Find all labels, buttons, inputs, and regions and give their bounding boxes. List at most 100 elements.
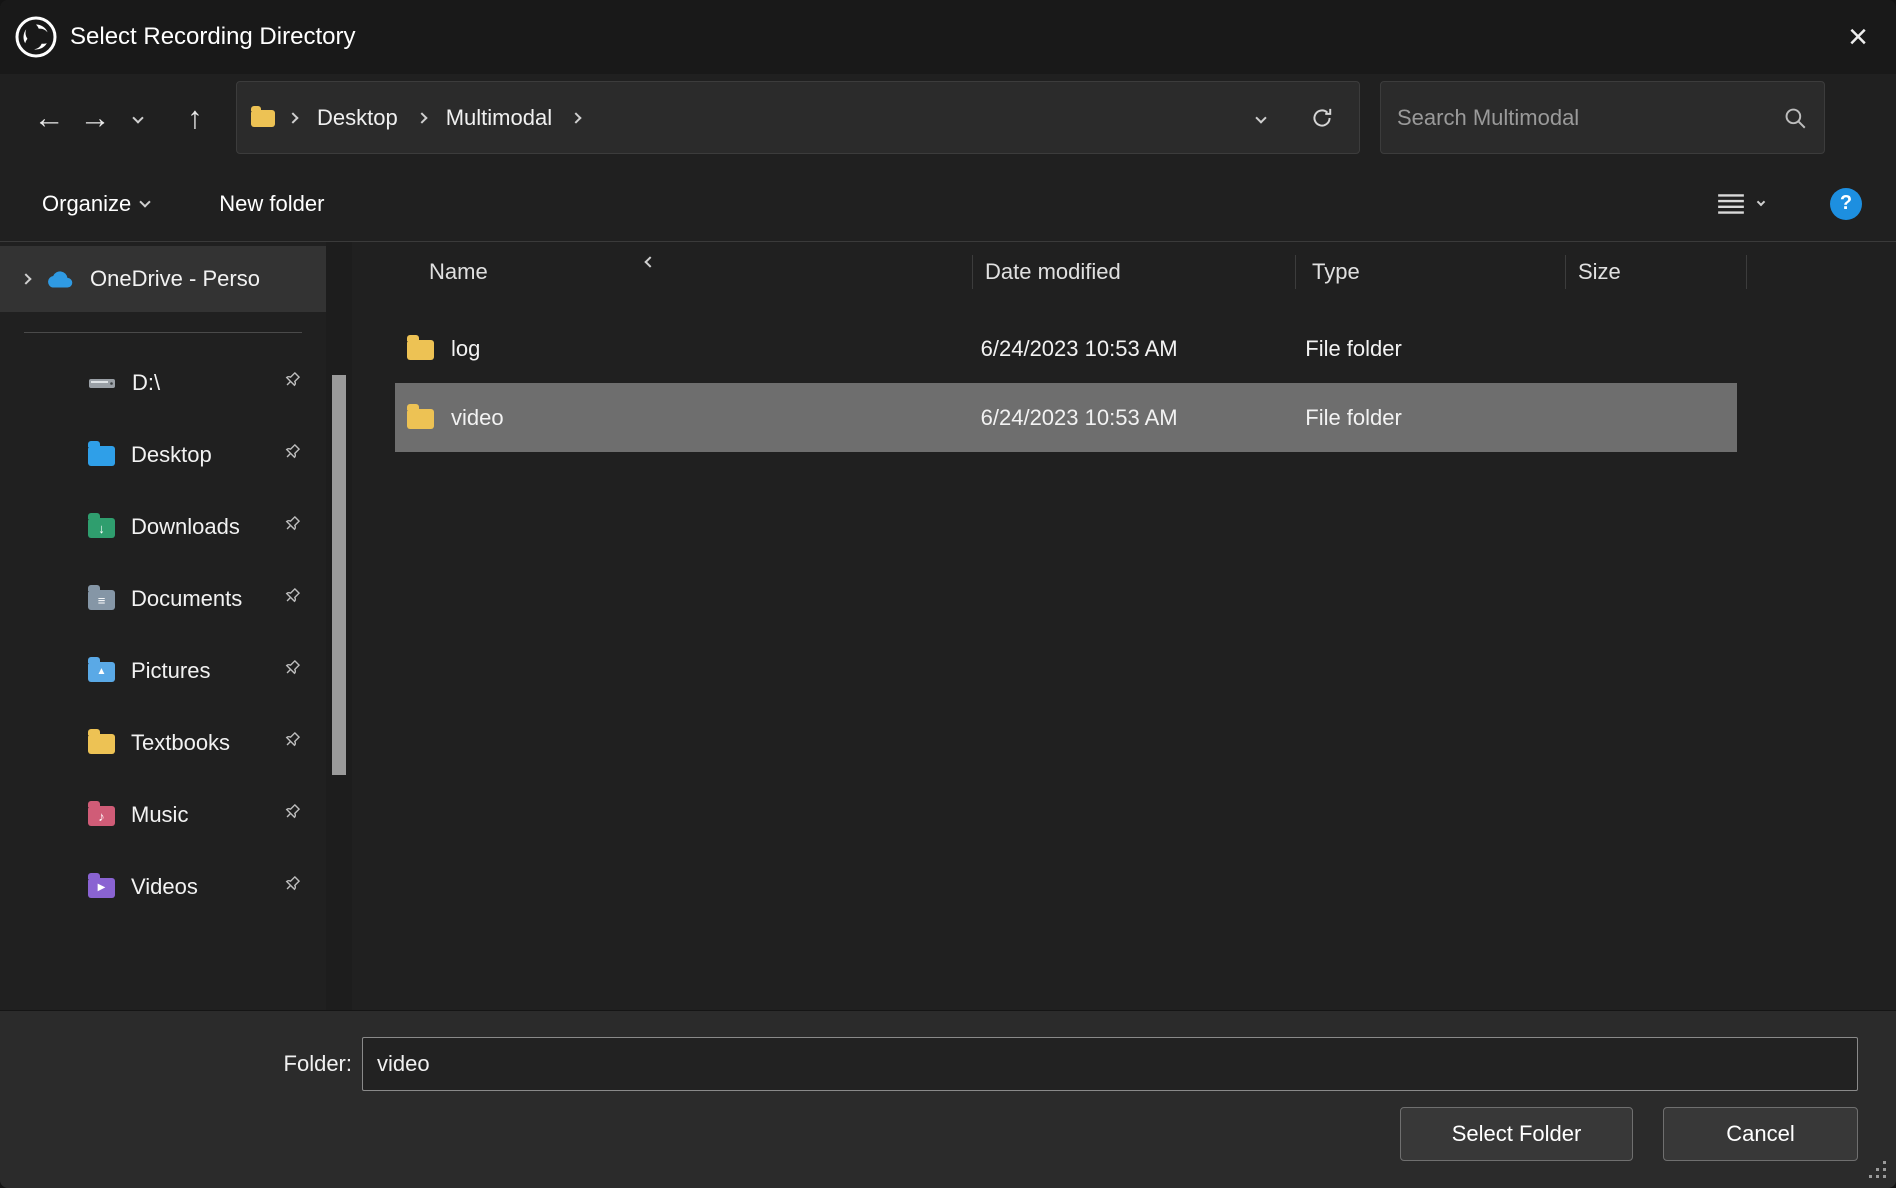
pin-icon: [282, 874, 302, 900]
search-input[interactable]: [1397, 105, 1782, 131]
folder-icon: [407, 340, 434, 360]
folder-icon: [88, 734, 115, 754]
file-type: File folder: [1289, 314, 1557, 383]
file-name: log: [451, 336, 480, 362]
folder-icon: [407, 409, 434, 429]
file-date-modified: 6/24/2023 10:53 AM: [969, 383, 1290, 452]
sidebar-item-onedrive[interactable]: OneDrive - Perso: [0, 246, 326, 312]
pin-icon: [282, 370, 302, 396]
pin-icon: [282, 730, 302, 756]
navigation-pane: OneDrive - Perso D:\ Desktop: [0, 242, 326, 1010]
sidebar-item-label: Documents: [131, 586, 242, 612]
videos-folder-icon: ▶: [88, 878, 115, 898]
folder-name-input[interactable]: [362, 1037, 1858, 1091]
forward-button[interactable]: →: [72, 100, 118, 136]
help-button[interactable]: ?: [1830, 188, 1862, 220]
sidebar-item-music[interactable]: ♪ Music: [0, 779, 326, 851]
sidebar-item-label: Videos: [131, 874, 198, 900]
sidebar-separator: [24, 332, 302, 333]
sidebar-item-textbooks[interactable]: Textbooks: [0, 707, 326, 779]
refresh-button[interactable]: [1309, 105, 1335, 131]
dialog-footer: Folder: Select Folder Cancel: [0, 1010, 1896, 1188]
cancel-button[interactable]: Cancel: [1663, 1107, 1858, 1161]
onedrive-cloud-icon: [44, 268, 76, 290]
breadcrumb-desktop[interactable]: Desktop: [311, 101, 404, 135]
new-folder-label: New folder: [219, 191, 324, 217]
file-type: File folder: [1289, 383, 1557, 452]
address-bar[interactable]: Desktop Multimodal: [236, 81, 1360, 154]
documents-folder-icon: ≡: [88, 590, 115, 610]
folder-icon: [251, 110, 275, 127]
scrollbar-thumb[interactable]: [332, 375, 346, 775]
column-header-size[interactable]: Size: [1566, 242, 1747, 302]
file-rows: log 6/24/2023 10:53 AM File folder video…: [395, 314, 1896, 452]
desktop-folder-icon: [88, 446, 115, 466]
chevron-down-icon: [1757, 198, 1765, 206]
select-recording-directory-dialog: Select Recording Directory × ← → ↑ Deskt…: [0, 0, 1896, 1188]
pin-icon: [282, 442, 302, 468]
organize-label: Organize: [42, 191, 131, 217]
recent-locations-button[interactable]: [118, 98, 158, 138]
music-folder-icon: ♪: [88, 806, 115, 826]
pin-icon: [282, 514, 302, 540]
breadcrumb-chevron-icon[interactable]: [416, 112, 427, 123]
table-row-video[interactable]: video 6/24/2023 10:53 AM File folder: [395, 383, 1737, 452]
obs-logo-icon: [14, 15, 58, 59]
pictures-folder-icon: ▲: [88, 662, 115, 682]
sidebar-item-label: Music: [131, 802, 188, 828]
column-header-row: Name Date modified Type Size: [395, 242, 1747, 302]
sidebar-item-label: Pictures: [131, 658, 210, 684]
pin-icon: [282, 802, 302, 828]
search-box: [1380, 81, 1825, 154]
chevron-down-icon: [1255, 112, 1266, 123]
sidebar-item-pictures[interactable]: ▲ Pictures: [0, 635, 326, 707]
back-button[interactable]: ←: [26, 100, 72, 136]
view-mode-button[interactable]: [1716, 191, 1764, 217]
column-header-type[interactable]: Type: [1296, 242, 1566, 302]
refresh-icon: [1309, 105, 1335, 131]
file-date-modified: 6/24/2023 10:53 AM: [969, 314, 1290, 383]
table-row-log[interactable]: log 6/24/2023 10:53 AM File folder: [395, 314, 1737, 383]
column-header-name[interactable]: Name: [395, 242, 973, 302]
new-folder-button[interactable]: New folder: [219, 191, 324, 217]
dialog-content: OneDrive - Perso D:\ Desktop: [0, 242, 1896, 1010]
pin-icon: [282, 586, 302, 612]
sidebar-item-documents[interactable]: ≡ Documents: [0, 563, 326, 635]
file-size: [1557, 314, 1737, 383]
up-button[interactable]: ↑: [172, 100, 218, 136]
sidebar-item-label: Downloads: [131, 514, 240, 540]
chevron-down-icon: [132, 112, 143, 123]
folder-field-label: Folder:: [0, 1051, 362, 1077]
sidebar-item-label: OneDrive - Perso: [90, 266, 260, 292]
organize-button[interactable]: Organize: [42, 191, 149, 217]
details-view-icon: [1716, 191, 1746, 217]
sidebar-item-d-drive[interactable]: D:\: [0, 347, 326, 419]
sidebar-item-label: Textbooks: [131, 730, 230, 756]
file-size: [1557, 383, 1737, 452]
close-button[interactable]: ×: [1820, 0, 1896, 74]
search-icon[interactable]: [1782, 105, 1808, 131]
sidebar-item-desktop[interactable]: Desktop: [0, 419, 326, 491]
breadcrumb-chevron-icon[interactable]: [287, 112, 298, 123]
expand-chevron-icon[interactable]: [20, 273, 31, 284]
sidebar-item-label: D:\: [132, 370, 160, 396]
address-dropdown-button[interactable]: [1257, 114, 1265, 122]
drive-icon: [88, 374, 116, 392]
column-header-date-modified[interactable]: Date modified: [973, 242, 1296, 302]
command-toolbar: Organize New folder ?: [0, 166, 1896, 242]
file-list: Name Date modified Type Size log 6/24/20…: [352, 242, 1896, 1010]
sidebar-item-downloads[interactable]: ↓ Downloads: [0, 491, 326, 563]
downloads-folder-icon: ↓: [88, 518, 115, 538]
select-folder-button[interactable]: Select Folder: [1400, 1107, 1633, 1161]
pin-icon: [282, 658, 302, 684]
title-bar: Select Recording Directory ×: [0, 0, 1896, 74]
resize-grip[interactable]: [1883, 1175, 1886, 1178]
sidebar-item-videos[interactable]: ▶ Videos: [0, 851, 326, 923]
sidebar-item-label: Desktop: [131, 442, 212, 468]
breadcrumb-chevron-icon[interactable]: [570, 112, 581, 123]
navigation-bar: ← → ↑ Desktop Multimodal: [0, 81, 1896, 154]
breadcrumb-multimodal[interactable]: Multimodal: [440, 101, 558, 135]
window-title: Select Recording Directory: [70, 23, 355, 51]
chevron-down-icon: [140, 196, 151, 207]
sidebar-scrollbar[interactable]: [326, 242, 352, 1010]
